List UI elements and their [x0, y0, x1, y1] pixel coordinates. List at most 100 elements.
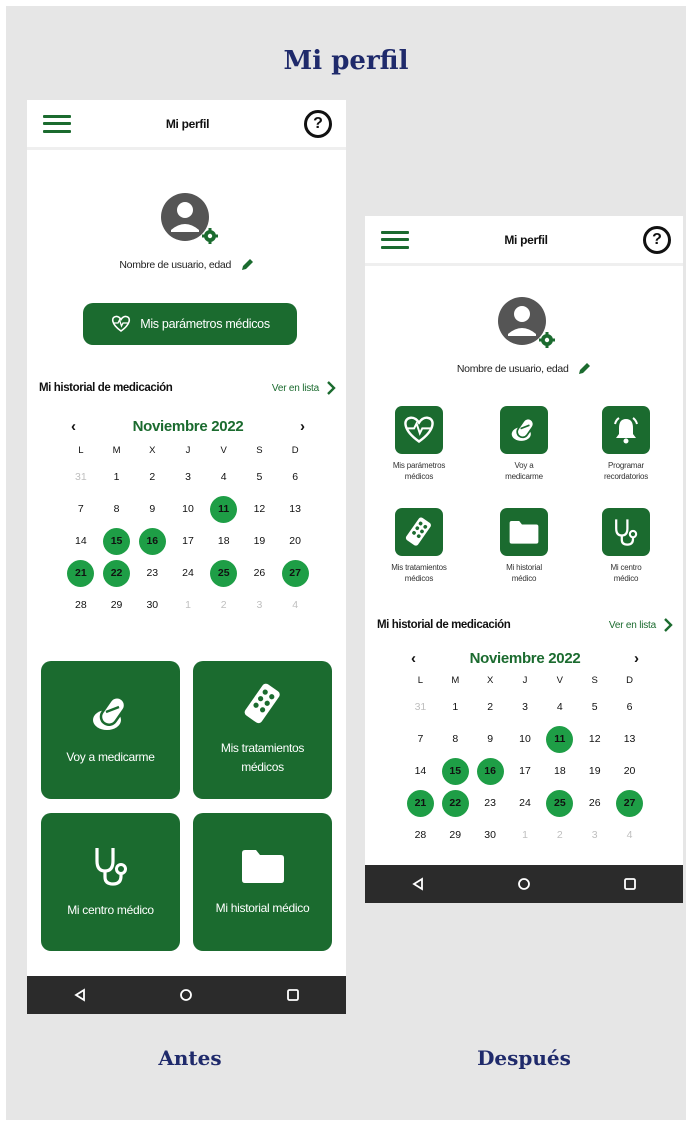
calendar-day[interactable]: 5 [242, 461, 278, 493]
next-month-button[interactable]: › [634, 650, 639, 667]
calendar-day[interactable]: 18 [206, 525, 242, 557]
calendar-day[interactable]: 2 [542, 819, 577, 851]
calendar-day-marked[interactable]: 16 [134, 525, 170, 557]
calendar-day-marked[interactable]: 15 [438, 755, 473, 787]
calendar-day[interactable]: 4 [542, 691, 577, 723]
home-icon[interactable] [517, 877, 531, 891]
calendar-day-marked[interactable]: 25 [542, 787, 577, 819]
calendar-day-marked[interactable]: 27 [277, 557, 313, 589]
calendar-day[interactable]: 20 [612, 755, 647, 787]
calendar-day[interactable]: 31 [63, 461, 99, 493]
calendar-day-marked[interactable]: 27 [612, 787, 647, 819]
grid-item-my-treatments[interactable]: Mis tratamientos médicos [372, 508, 466, 585]
calendar-day[interactable]: 28 [63, 589, 99, 621]
calendar-day[interactable]: 26 [577, 787, 612, 819]
calendar-day[interactable]: 8 [438, 723, 473, 755]
tile-my-medical-center[interactable]: Mi centro médico [41, 813, 180, 951]
calendar-day[interactable]: 30 [473, 819, 508, 851]
menu-icon[interactable] [381, 230, 409, 249]
calendar-day[interactable]: 28 [403, 819, 438, 851]
back-icon[interactable] [411, 877, 425, 891]
calendar-day[interactable]: 1 [508, 819, 543, 851]
calendar-day[interactable]: 3 [508, 691, 543, 723]
calendar-day-marked[interactable]: 22 [438, 787, 473, 819]
calendar-day[interactable]: 7 [63, 493, 99, 525]
calendar-day[interactable]: 1 [438, 691, 473, 723]
calendar-day-marked[interactable]: 21 [403, 787, 438, 819]
calendar-day[interactable]: 19 [242, 525, 278, 557]
calendar-day-marked[interactable]: 15 [99, 525, 135, 557]
calendar-day-marked[interactable]: 25 [206, 557, 242, 589]
calendar-day[interactable]: 29 [438, 819, 473, 851]
calendar-day[interactable]: 9 [473, 723, 508, 755]
avatar[interactable] [159, 191, 221, 252]
avatar[interactable] [496, 295, 558, 356]
prev-month-button[interactable]: ‹ [71, 418, 76, 435]
calendar-day[interactable]: 23 [473, 787, 508, 819]
recents-icon[interactable] [623, 877, 637, 891]
help-icon[interactable]: ? [643, 225, 671, 254]
calendar-day[interactable]: 29 [99, 589, 135, 621]
calendar-day[interactable]: 3 [577, 819, 612, 851]
calendar-day-marked[interactable]: 11 [542, 723, 577, 755]
calendar-day[interactable]: 17 [170, 525, 206, 557]
calendar-day[interactable]: 2 [206, 589, 242, 621]
calendar-day[interactable]: 10 [508, 723, 543, 755]
tile-go-medicate[interactable]: Voy a medicarme [41, 661, 180, 799]
view-list-link[interactable]: Ver en lista [609, 618, 673, 632]
calendar-day[interactable]: 2 [473, 691, 508, 723]
calendar-day[interactable]: 13 [277, 493, 313, 525]
calendar-day[interactable]: 4 [206, 461, 242, 493]
help-icon[interactable]: ? [304, 109, 332, 138]
calendar-day-marked[interactable]: 11 [206, 493, 242, 525]
tile-my-medical-history[interactable]: Mi historial médico [193, 813, 332, 951]
calendar-day[interactable]: 24 [170, 557, 206, 589]
calendar-day[interactable]: 5 [577, 691, 612, 723]
back-icon[interactable] [73, 988, 87, 1002]
home-icon[interactable] [179, 988, 193, 1002]
prev-month-button[interactable]: ‹ [411, 650, 416, 667]
calendar-day[interactable]: 24 [508, 787, 543, 819]
calendar-day[interactable]: 10 [170, 493, 206, 525]
calendar-day[interactable]: 12 [577, 723, 612, 755]
menu-icon[interactable] [43, 114, 71, 133]
calendar-day[interactable]: 1 [99, 461, 135, 493]
calendar-day[interactable]: 4 [277, 589, 313, 621]
calendar-day[interactable]: 31 [403, 691, 438, 723]
grid-item-medical-center[interactable]: Mi centro médico [579, 508, 673, 585]
next-month-button[interactable]: › [300, 418, 305, 435]
calendar-day[interactable]: 19 [577, 755, 612, 787]
recents-icon[interactable] [286, 988, 300, 1002]
calendar-day[interactable]: 30 [134, 589, 170, 621]
grid-item-reminders[interactable]: Programar recordatorios [579, 406, 673, 483]
calendar-day[interactable]: 18 [542, 755, 577, 787]
calendar-day-marked[interactable]: 22 [99, 557, 135, 589]
calendar-day[interactable]: 4 [612, 819, 647, 851]
calendar-day[interactable]: 7 [403, 723, 438, 755]
grid-item-medical-history[interactable]: Mi historial médico [477, 508, 571, 585]
pencil-icon[interactable] [577, 362, 591, 376]
calendar-day[interactable]: 1 [170, 589, 206, 621]
calendar-day[interactable]: 14 [63, 525, 99, 557]
calendar-day[interactable]: 12 [242, 493, 278, 525]
tile-my-treatments[interactable]: Mis tratamientos médicos [193, 661, 332, 799]
grid-item-go-medicate[interactable]: Voy a medicarme [477, 406, 571, 483]
calendar-day[interactable]: 2 [134, 461, 170, 493]
calendar-day[interactable]: 3 [242, 589, 278, 621]
calendar-day[interactable]: 6 [612, 691, 647, 723]
calendar-day[interactable]: 3 [170, 461, 206, 493]
calendar-day-marked[interactable]: 16 [473, 755, 508, 787]
calendar-day[interactable]: 9 [134, 493, 170, 525]
calendar-day-marked[interactable]: 21 [63, 557, 99, 589]
calendar-day[interactable]: 13 [612, 723, 647, 755]
calendar-day[interactable]: 20 [277, 525, 313, 557]
pencil-icon[interactable] [240, 258, 254, 272]
calendar-day[interactable]: 23 [134, 557, 170, 589]
calendar-day[interactable]: 6 [277, 461, 313, 493]
calendar-day[interactable]: 14 [403, 755, 438, 787]
medical-params-button[interactable]: Mis parámetros médicos [83, 303, 297, 345]
calendar-day[interactable]: 17 [508, 755, 543, 787]
calendar-day[interactable]: 26 [242, 557, 278, 589]
view-list-link[interactable]: Ver en lista [272, 381, 336, 395]
grid-item-medical-params[interactable]: Mis parámetros médicos [372, 406, 466, 483]
